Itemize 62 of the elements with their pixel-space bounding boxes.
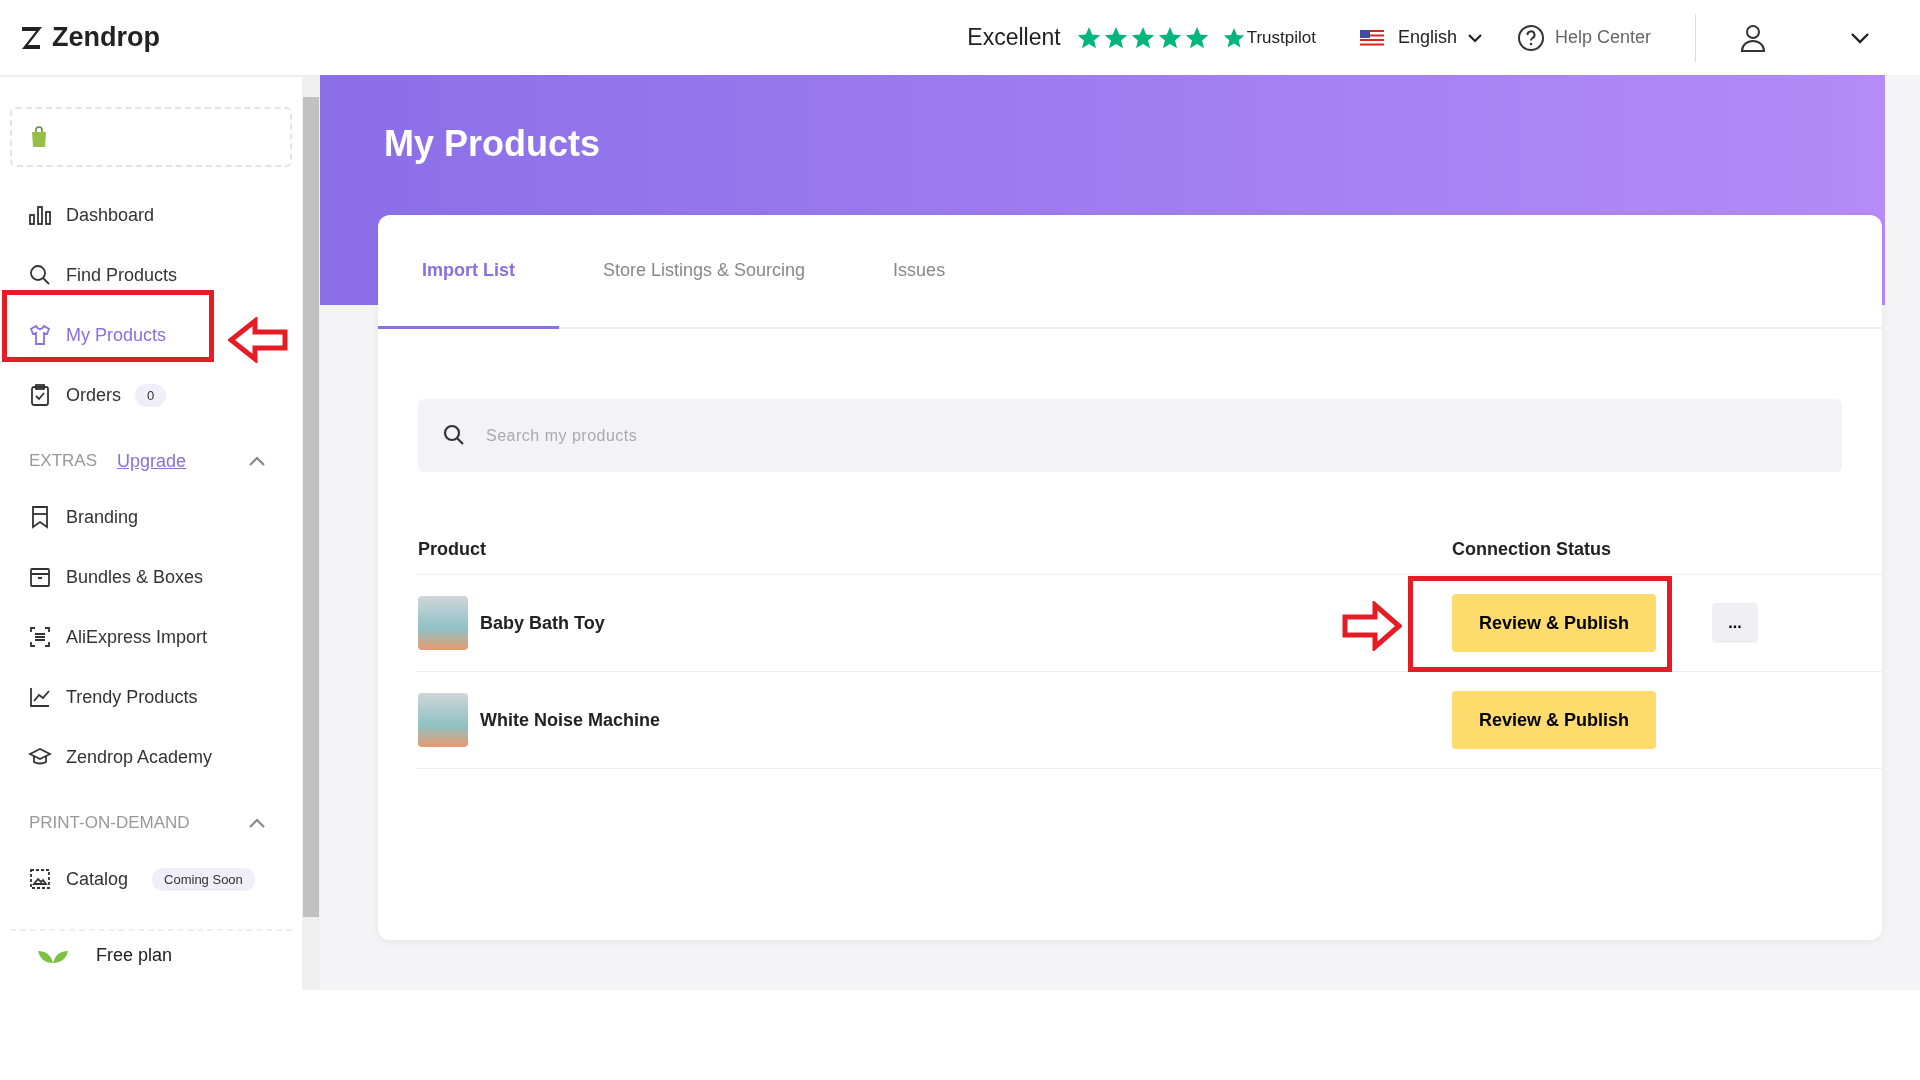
sidebar-item[interactable]: Orders 0 bbox=[10, 373, 177, 417]
user-icon[interactable] bbox=[1740, 22, 1766, 53]
sidebar-item[interactable]: Branding bbox=[10, 495, 149, 539]
language-selector[interactable]: English bbox=[1359, 27, 1483, 48]
star-icon bbox=[1222, 26, 1245, 49]
sidebar-item[interactable]: Find Products bbox=[10, 253, 188, 297]
box-icon bbox=[28, 565, 52, 589]
bar-chart-icon bbox=[28, 203, 52, 227]
page-title: My Products bbox=[384, 123, 602, 165]
product-name: Baby Bath Toy bbox=[480, 612, 605, 634]
flag-icon bbox=[1359, 29, 1384, 46]
more-options-button[interactable]: ... bbox=[1712, 603, 1758, 643]
shopping-bag-icon bbox=[30, 126, 48, 148]
count-badge: 0 bbox=[135, 383, 167, 407]
trustpilot-label: Trustpilot bbox=[1246, 27, 1316, 48]
star-icon bbox=[1103, 25, 1128, 50]
t-shirt-icon bbox=[28, 323, 52, 347]
sidebar-item[interactable]: Trendy Products bbox=[10, 675, 208, 719]
scrollbar[interactable] bbox=[302, 77, 320, 990]
sidebar-item[interactable]: Bundles & Boxes bbox=[10, 555, 214, 599]
column-header: Connection Status bbox=[1452, 538, 1612, 560]
plan-label: Free plan bbox=[96, 945, 173, 966]
chevron-down-icon bbox=[1466, 31, 1483, 44]
product-name: White Noise Machine bbox=[480, 709, 661, 731]
review-publish-button[interactable]: Review & Publish bbox=[1452, 594, 1657, 652]
scan-icon bbox=[28, 625, 52, 649]
star-icon bbox=[1157, 25, 1182, 50]
left-arrow-icon bbox=[228, 317, 288, 363]
help-center-link[interactable]: Help Center bbox=[1516, 23, 1651, 52]
clipboard-icon bbox=[28, 383, 52, 407]
star-icon bbox=[1130, 25, 1155, 50]
logo-icon bbox=[20, 24, 44, 51]
logo-text: Zendrop bbox=[52, 22, 160, 53]
star-icon bbox=[1076, 25, 1101, 50]
help-icon bbox=[1516, 23, 1545, 52]
tab[interactable]: Store Listings & Sourcing bbox=[559, 215, 850, 329]
section-title: PRINT-ON-DEMAND bbox=[29, 813, 190, 833]
product-photo-placeholder bbox=[418, 693, 468, 747]
coming-soon-badge: Coming Soon bbox=[152, 867, 255, 891]
tab[interactable]: Issues bbox=[849, 215, 990, 329]
collapse-icon[interactable] bbox=[248, 455, 266, 467]
star-icon bbox=[1184, 25, 1209, 50]
chevron-down-icon[interactable] bbox=[1850, 30, 1870, 45]
search-icon bbox=[442, 423, 466, 447]
upgrade-link[interactable]: Upgrade bbox=[117, 450, 187, 472]
image-icon bbox=[28, 867, 52, 891]
right-arrow-icon bbox=[1342, 601, 1402, 651]
tab[interactable]: Import List bbox=[378, 215, 559, 329]
sidebar-item[interactable]: AliExpress Import bbox=[10, 615, 218, 659]
rating-label: Excellent bbox=[967, 24, 1061, 51]
product-photo-placeholder bbox=[418, 596, 468, 650]
sidebar-item[interactable]: Catalog Coming Soon bbox=[10, 857, 265, 901]
search-field[interactable]: Search my products bbox=[418, 399, 1842, 472]
section-title: EXTRAS bbox=[29, 451, 98, 471]
review-publish-button[interactable]: Review & Publish bbox=[1452, 691, 1657, 749]
line-chart-icon bbox=[28, 685, 52, 709]
sidebar-item[interactable]: My Products bbox=[10, 313, 177, 357]
sidebar-item[interactable]: Zendrop Academy bbox=[10, 735, 223, 779]
collapse-icon[interactable] bbox=[248, 817, 266, 829]
column-header: Product bbox=[417, 538, 487, 560]
sidebar-item[interactable]: Dashboard bbox=[10, 193, 165, 237]
search-icon bbox=[28, 263, 52, 287]
